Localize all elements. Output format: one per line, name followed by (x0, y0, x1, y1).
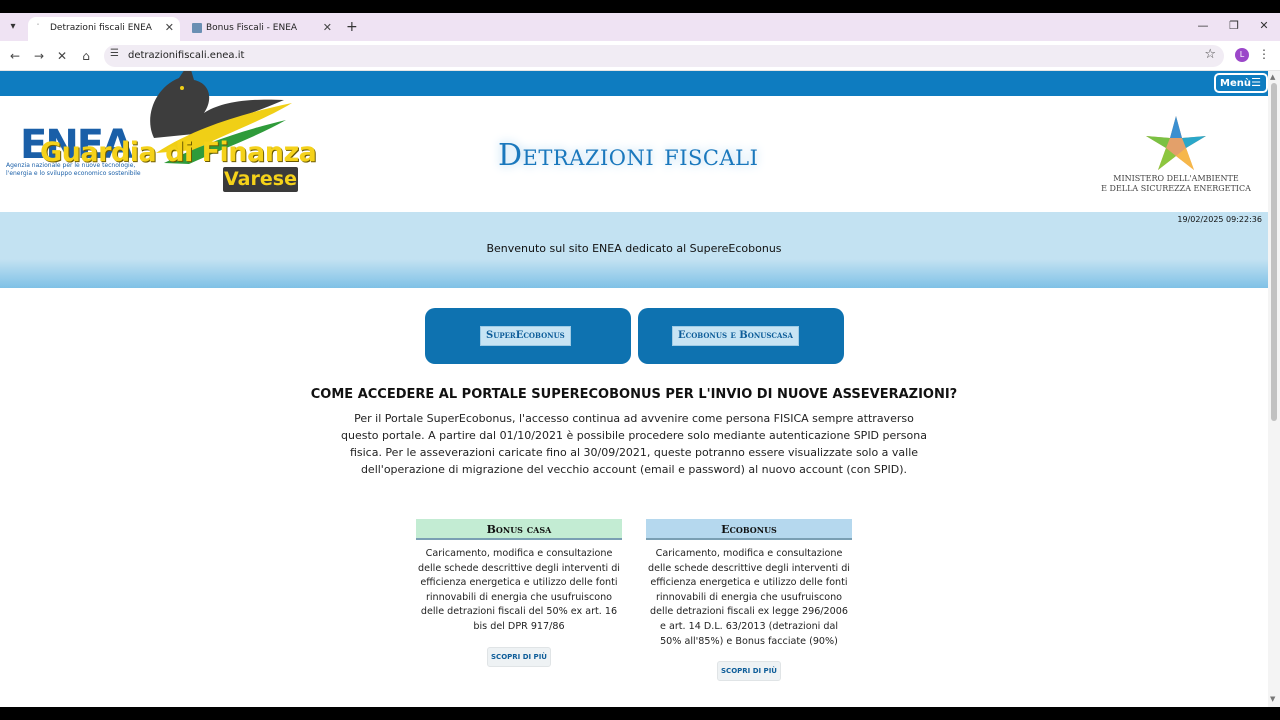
restore-icon[interactable]: ❐ (1224, 17, 1244, 35)
ministry-line-2: E DELLA SICUREZZA ENERGETICA (1101, 184, 1251, 193)
datetime-label: 19/02/2025 09:22:36 (1177, 215, 1262, 224)
welcome-banner: 19/02/2025 09:22:36 Benvenuto sul sito E… (0, 212, 1268, 288)
ministry-star-logo-icon (1146, 116, 1206, 170)
stop-loading-icon[interactable]: ✕ (53, 47, 71, 65)
loading-icon: ˙ (36, 23, 40, 32)
card-title: Bonus casa (416, 519, 622, 540)
browser-toolbar: ← → ✕ ⌂ ☰ detrazionifiscali.enea.it ☆ L … (0, 41, 1280, 71)
scopri-di-piu-button[interactable]: SCOPRI DI PIÙ (717, 661, 781, 682)
watermark-city: Varese (223, 167, 298, 192)
scroll-down-icon[interactable]: ▼ (1270, 695, 1275, 703)
address-bar[interactable]: ☰ detrazionifiscali.enea.it ☆ (104, 45, 1224, 67)
profile-avatar[interactable]: L (1235, 48, 1249, 62)
superecobonus-label[interactable]: SuperEcobonus (480, 326, 571, 346)
scroll-up-icon[interactable]: ▲ (1270, 73, 1275, 81)
site-header: ENEA Agenzia nazionale per le nuove tecn… (0, 71, 1268, 212)
tab-strip: ▾ ˙ Detrazioni fiscali ENEA ✕ Bonus Fisc… (0, 13, 1280, 41)
site-info-icon[interactable]: ☰ (110, 48, 119, 59)
page-title: Detrazioni fiscali (498, 138, 759, 173)
hamburger-icon: ☰ (1251, 76, 1261, 89)
bonus-casa-card: Bonus casa Caricamento, modifica e consu… (416, 519, 622, 667)
ecobonus-bonuscasa-label[interactable]: Ecobonus e Bonuscasa (672, 326, 799, 346)
ministry-line-1: MINISTERO DELL'AMBIENTE (1113, 174, 1239, 183)
ministry-name: MINISTERO DELL'AMBIENTE E DELLA SICUREZZ… (1098, 174, 1254, 194)
welcome-message: Benvenuto sul sito ENEA dedicato al Supe… (486, 242, 782, 255)
close-window-icon[interactable]: ✕ (1254, 17, 1274, 35)
tab-search-icon[interactable]: ▾ (4, 18, 22, 36)
tab-title: Detrazioni fiscali ENEA (50, 23, 152, 33)
forward-arrow-icon[interactable]: → (30, 47, 48, 65)
card-description: Caricamento, modifica e consultazione de… (648, 548, 850, 647)
enea-favicon-icon (192, 23, 202, 33)
access-heading: COME ACCEDERE AL PORTALE SUPERECOBONUS P… (310, 387, 958, 402)
tab-title: Bonus Fiscali - ENEA (206, 23, 298, 33)
card-title: Ecobonus (646, 519, 852, 540)
scopri-di-piu-button[interactable]: SCOPRI DI PIÙ (487, 646, 551, 667)
close-tab-icon[interactable]: ✕ (323, 17, 332, 39)
scrollbar-thumb[interactable] (1271, 83, 1277, 421)
menu-label: Menù (1220, 77, 1251, 89)
ecobonus-bonuscasa-button[interactable]: Ecobonus e Bonuscasa (638, 308, 844, 364)
url-text[interactable]: detrazionifiscali.enea.it (128, 45, 244, 67)
page-content: Menù ☰ ENEA Agenzia nazionale per le nuo… (0, 71, 1268, 707)
more-menu-icon[interactable]: ⋮ (1258, 47, 1270, 61)
card-description: Caricamento, modifica e consultazione de… (418, 548, 620, 632)
page-scrollbar[interactable]: ▲ ▼ (1268, 71, 1280, 707)
menu-button[interactable]: Menù ☰ (1214, 73, 1268, 93)
browser-window: ▾ ˙ Detrazioni fiscali ENEA ✕ Bonus Fisc… (0, 13, 1280, 707)
new-tab-button[interactable]: + (346, 18, 358, 36)
minimize-icon[interactable]: — (1193, 17, 1213, 35)
bookmark-star-icon[interactable]: ☆ (1204, 47, 1216, 62)
tab-detrazioni-fiscali[interactable]: ˙ Detrazioni fiscali ENEA ✕ (28, 17, 180, 41)
close-tab-icon[interactable]: ✕ (165, 17, 174, 39)
watermark-title: Guardia di Finanza (40, 137, 317, 168)
superecobonus-button[interactable]: SuperEcobonus (425, 308, 631, 364)
ecobonus-card: Ecobonus Caricamento, modifica e consult… (646, 519, 852, 682)
home-icon[interactable]: ⌂ (77, 47, 95, 65)
tab-bonus-fiscali[interactable]: Bonus Fiscali - ENEA ✕ (184, 17, 338, 41)
access-description: Per il Portale SuperEcobonus, l'accesso … (341, 412, 927, 476)
back-arrow-icon[interactable]: ← (6, 47, 24, 65)
